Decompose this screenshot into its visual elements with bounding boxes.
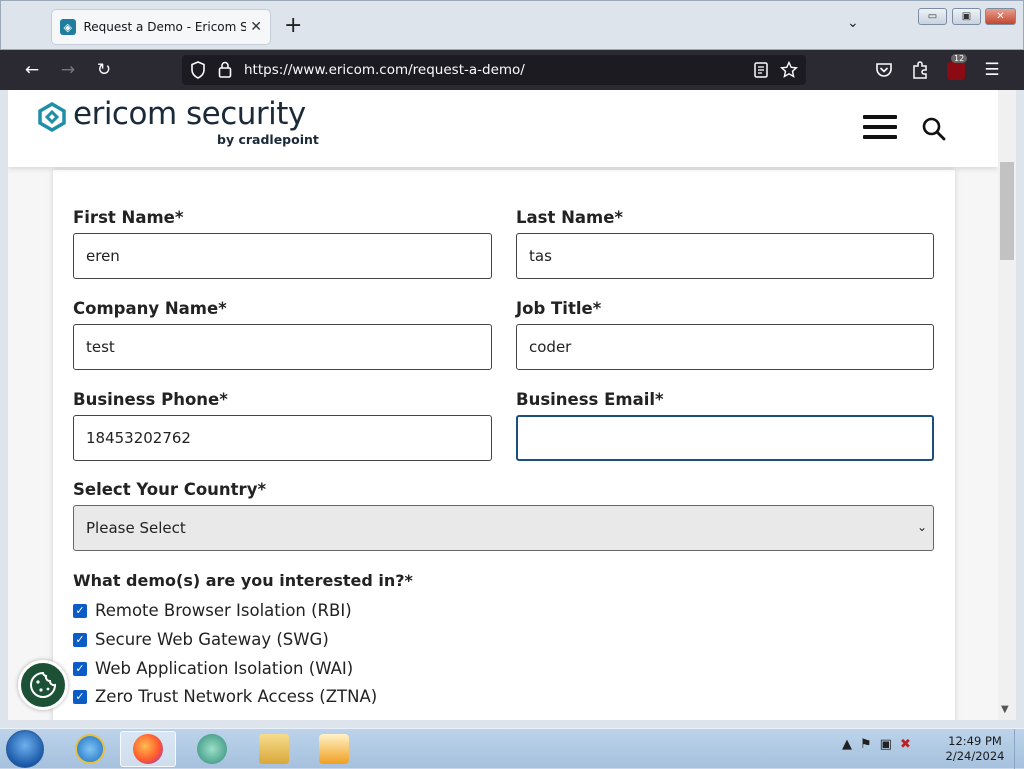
business-email-label: Business Email*	[516, 390, 664, 409]
new-tab-button[interactable]: +	[284, 14, 302, 38]
demo-checkbox-label: Remote Browser Isolation (RBI)	[95, 601, 352, 620]
first-name-input[interactable]: eren	[73, 233, 492, 279]
app-icon	[197, 734, 227, 764]
business-email-input[interactable]	[516, 415, 934, 461]
demos-question-label: What demo(s) are you interested in?*	[73, 571, 413, 590]
extension-badge-count: 12	[951, 54, 968, 63]
demo-checkbox-wai[interactable]: ✓ Web Application Isolation (WAI)	[73, 659, 353, 678]
taskbar-media-player[interactable]	[306, 731, 362, 767]
tab-title: Request a Demo - Ericom Softw	[83, 20, 247, 34]
business-phone-label: Business Phone*	[73, 390, 228, 409]
maximize-button[interactable]: ▣	[952, 8, 981, 25]
demo-checkbox-label: Secure Web Gateway (SWG)	[95, 630, 329, 649]
site-logo-text[interactable]: ericom security	[73, 96, 306, 132]
cookie-settings-button[interactable]	[18, 660, 68, 710]
show-desktop-button[interactable]	[1014, 729, 1024, 769]
volume-muted-icon[interactable]: ✖	[900, 737, 911, 752]
job-title-input[interactable]: coder	[516, 324, 934, 370]
back-arrow-icon[interactable]: ←	[21, 59, 43, 81]
demo-checkbox-label: Zero Trust Network Access (ZTNA)	[95, 687, 378, 706]
shield-icon[interactable]	[190, 61, 206, 79]
search-icon[interactable]	[921, 116, 947, 142]
url-text[interactable]: https://www.ericom.com/request-a-demo/	[244, 62, 525, 78]
demo-checkbox-label: Web Application Isolation (WAI)	[95, 659, 354, 678]
window-border-left	[0, 90, 8, 728]
last-name-label: Last Name*	[516, 208, 624, 227]
navigation-toolbar: ← → ↻ https://www.ericom.com/request-a-d…	[0, 50, 1024, 90]
demo-checkbox-swg[interactable]: ✓ Secure Web Gateway (SWG)	[73, 630, 329, 649]
bookmark-star-icon[interactable]	[780, 61, 798, 79]
web-page: ericom security by cradlepoint First Nam…	[8, 90, 998, 720]
country-label: Select Your Country*	[73, 480, 267, 499]
system-clock[interactable]: 12:49 PM 2/24/2024	[944, 734, 1006, 764]
system-tray: ▲ ⚑ ▣ ✖	[842, 737, 911, 752]
browser-window: ◈ Request a Demo - Ericom Softw ✕ + ⌄ ▭ …	[0, 0, 1024, 728]
address-bar[interactable]: https://www.ericom.com/request-a-demo/	[182, 55, 806, 85]
reader-view-icon[interactable]	[754, 62, 768, 78]
first-name-label: First Name*	[73, 208, 184, 227]
menu-icon[interactable]: ☰	[981, 59, 1003, 81]
windows-taskbar: ▲ ⚑ ▣ ✖ 12:49 PM 2/24/2024	[0, 728, 1024, 769]
taskbar-file-explorer[interactable]	[246, 731, 302, 767]
last-name-input[interactable]: tas	[516, 233, 934, 279]
taskbar-internet-explorer[interactable]	[62, 731, 118, 767]
close-window-button[interactable]: ✕	[985, 8, 1016, 25]
action-center-flag-icon[interactable]: ⚑	[860, 737, 872, 752]
internet-explorer-icon	[75, 734, 105, 764]
company-name-input[interactable]: test	[73, 324, 492, 370]
demo-request-form: First Name* eren Last Name* tas Company …	[53, 170, 955, 720]
country-select[interactable]: Please Select ⌄	[73, 505, 934, 551]
list-all-tabs-button[interactable]: ⌄	[847, 15, 859, 31]
ericom-logo-icon[interactable]	[37, 102, 67, 132]
job-title-label: Job Title*	[516, 299, 602, 318]
checkbox-checked-icon[interactable]: ✓	[73, 603, 87, 618]
media-player-icon	[319, 734, 349, 764]
company-name-label: Company Name*	[73, 299, 227, 318]
site-header: ericom security by cradlepoint	[8, 90, 998, 167]
scroll-down-arrow-icon[interactable]: ▼	[1001, 704, 1009, 715]
page-scrollbar[interactable]: ▼	[998, 90, 1016, 720]
tab-strip: ◈ Request a Demo - Ericom Softw ✕ + ⌄ ▭ …	[0, 0, 1024, 50]
taskbar-app[interactable]	[184, 731, 240, 767]
clock-time: 12:49 PM	[948, 734, 1002, 748]
start-button[interactable]	[6, 730, 44, 768]
extensions-puzzle-icon[interactable]	[911, 60, 929, 80]
show-hidden-icons-icon[interactable]: ▲	[842, 737, 852, 752]
checkbox-checked-icon[interactable]: ✓	[73, 661, 87, 676]
network-icon[interactable]: ▣	[880, 737, 892, 752]
checkbox-checked-icon[interactable]: ✓	[73, 689, 87, 704]
clock-date: 2/24/2024	[945, 749, 1005, 763]
minimize-button[interactable]: ▭	[918, 8, 947, 25]
country-select-value: Please Select	[86, 519, 186, 537]
taskbar-firefox[interactable]	[120, 731, 176, 767]
browser-tab[interactable]: ◈ Request a Demo - Ericom Softw ✕	[51, 9, 271, 45]
window-border-right	[1016, 90, 1024, 728]
ublock-origin-icon[interactable]	[947, 62, 965, 80]
chevron-down-icon: ⌄	[916, 520, 927, 534]
tab-close-icon[interactable]: ✕	[250, 19, 262, 35]
hamburger-menu-icon[interactable]	[863, 115, 897, 143]
cookie-icon	[30, 671, 57, 698]
pocket-icon[interactable]	[875, 61, 893, 79]
checkbox-checked-icon[interactable]: ✓	[73, 632, 87, 647]
window-border-bottom	[0, 720, 1024, 728]
lock-icon[interactable]	[218, 61, 232, 78]
demo-checkbox-ztna[interactable]: ✓ Zero Trust Network Access (ZTNA)	[73, 687, 377, 706]
demo-checkbox-rbi[interactable]: ✓ Remote Browser Isolation (RBI)	[73, 601, 352, 620]
firefox-icon	[133, 734, 163, 764]
ericom-favicon-icon: ◈	[60, 19, 76, 35]
scrollbar-thumb[interactable]	[1000, 162, 1014, 260]
forward-arrow-icon[interactable]: →	[57, 59, 79, 81]
folder-icon	[259, 734, 289, 764]
site-logo-subtitle: by cradlepoint	[217, 132, 319, 147]
reload-icon[interactable]: ↻	[93, 59, 115, 81]
business-phone-input[interactable]: 18453202762	[73, 415, 492, 461]
